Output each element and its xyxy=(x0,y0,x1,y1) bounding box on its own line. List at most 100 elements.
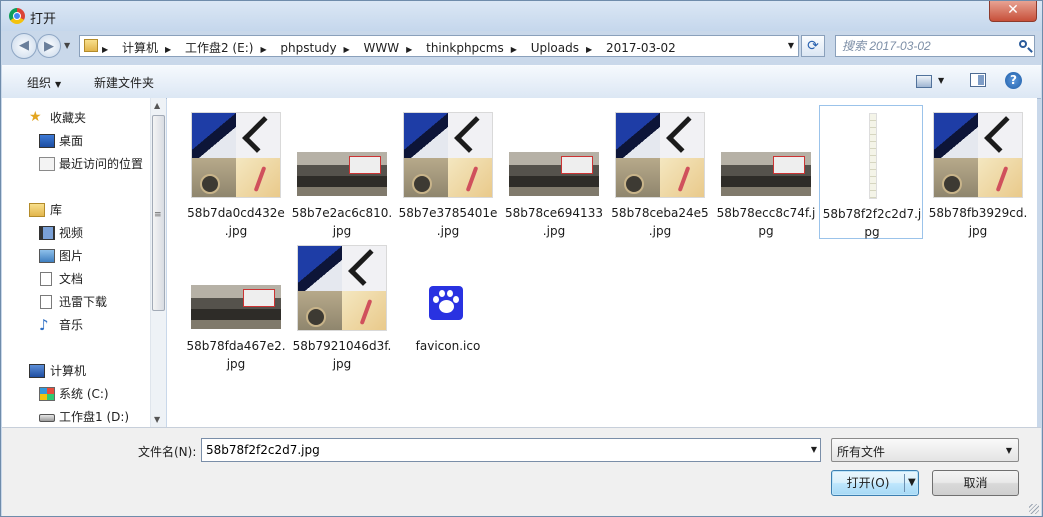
file-name-input[interactable] xyxy=(206,442,796,458)
new-folder-button[interactable]: 新建文件夹 xyxy=(94,74,154,91)
sidebar-item-label: 系统 (C:) xyxy=(59,387,109,401)
image-thumbnail xyxy=(297,112,387,198)
sidebar-item-label: 音乐 xyxy=(59,318,84,332)
search-box[interactable] xyxy=(835,35,1035,57)
file-item[interactable]: 58b7da0cd432e .jpg xyxy=(184,105,288,239)
image-thumbnail xyxy=(403,112,493,198)
chrome-icon xyxy=(9,8,25,24)
search-input[interactable] xyxy=(842,38,1007,53)
preview-pane-icon[interactable] xyxy=(970,73,986,87)
file-name: favicon.ico xyxy=(415,339,481,353)
image-thumbnail xyxy=(721,112,811,198)
chevron-down-icon: ▼ xyxy=(55,80,62,89)
open-options-chevron-icon[interactable]: ▼ xyxy=(908,471,916,495)
file-name: 58b7da0cd432e .jpg xyxy=(187,206,285,238)
file-item[interactable]: 58b78ecc8c74f.j pg xyxy=(714,105,818,239)
recent-places-icon xyxy=(39,157,55,171)
breadcrumb: ▶ 计算机 ▶ 工作盘2 (E:) ▶ phpstudy ▶ WWW ▶ thinkph… xyxy=(102,39,683,56)
image-thumbnail xyxy=(933,112,1023,198)
desktop-icon xyxy=(39,134,55,148)
sidebar-item-label: 迅雷下载 xyxy=(59,295,108,309)
document-icon xyxy=(40,272,52,286)
file-name: 58b78ce694133 .jpg xyxy=(505,206,603,238)
file-item-selected[interactable]: 58b78f2f2c2d7.j pg xyxy=(819,105,923,239)
back-button[interactable]: ◀ xyxy=(11,33,37,59)
video-icon xyxy=(39,226,55,240)
open-button-label: 打开(O) xyxy=(846,476,890,490)
folder-icon xyxy=(84,39,98,52)
image-thumbnail xyxy=(827,113,917,199)
navigation-pane-scrollbar[interactable]: ▲ ≡ ▼ xyxy=(150,98,166,427)
library-icon xyxy=(29,203,45,217)
forward-button[interactable]: ▶ xyxy=(37,34,61,58)
recent-pages-dropdown[interactable]: ▼ xyxy=(64,41,70,50)
scroll-down-icon[interactable]: ▼ xyxy=(154,415,160,424)
breadcrumb-chevron-icon[interactable]: ▶ xyxy=(344,45,350,54)
file-name: 58b78fb3929cd. jpg xyxy=(928,206,1028,238)
breadcrumb-date-folder[interactable]: 2017-03-02 xyxy=(606,41,676,55)
open-button[interactable]: 打开(O) ▼ xyxy=(831,470,919,496)
breadcrumb-drive-e[interactable]: 工作盘2 (E:) xyxy=(185,41,253,55)
file-type-select[interactable]: 所有文件 ▼ xyxy=(831,438,1019,462)
window-title: 打开 xyxy=(30,12,57,27)
address-bar[interactable]: ▶ 计算机 ▶ 工作盘2 (E:) ▶ phpstudy ▶ WWW ▶ thinkph… xyxy=(79,35,799,57)
sidebar-item-label: 最近访问的位置 xyxy=(59,157,144,171)
title-bar[interactable]: 打开 ✕ xyxy=(1,1,1042,31)
sidebar-item-label: 收藏夹 xyxy=(50,111,87,125)
close-button[interactable]: ✕ xyxy=(989,1,1037,22)
open-file-dialog: 打开 ✕ ◀ ▶ ▼ ▶ 计算机 ▶ 工作盘2 (E:) ▶ phpstudy ▶ W… xyxy=(0,0,1043,517)
breadcrumb-uploads[interactable]: Uploads xyxy=(531,41,579,55)
sidebar-item-label: 库 xyxy=(50,203,63,217)
organize-button[interactable]: 组织 ▼ xyxy=(27,74,61,91)
file-name: 58b78ceba24e5 .jpg xyxy=(611,206,709,238)
change-view-icon[interactable] xyxy=(916,75,932,88)
breadcrumb-chevron-icon[interactable]: ▶ xyxy=(586,45,592,54)
address-history-dropdown[interactable]: ▼ xyxy=(788,41,794,50)
file-item[interactable]: 58b7e2ac6c810. jpg xyxy=(290,105,394,239)
file-item[interactable]: 58b78ceba24e5 .jpg xyxy=(608,105,712,239)
file-item[interactable]: favicon.ico xyxy=(396,238,500,372)
breadcrumb-chevron-icon[interactable]: ▶ xyxy=(406,45,412,54)
breadcrumb-chevron-icon[interactable]: ▶ xyxy=(165,45,171,54)
file-name-field[interactable]: ▼ xyxy=(201,438,821,462)
paw-icon xyxy=(429,286,463,320)
cancel-button[interactable]: 取消 xyxy=(932,470,1019,496)
search-icon[interactable] xyxy=(1019,40,1027,48)
breadcrumb-chevron-icon[interactable]: ▶ xyxy=(511,45,517,54)
file-name: 58b7e3785401e .jpg xyxy=(398,206,498,238)
resize-grip[interactable] xyxy=(1029,504,1039,514)
scroll-up-icon[interactable]: ▲ xyxy=(154,101,160,110)
breadcrumb-chevron-icon[interactable]: ▶ xyxy=(102,45,108,54)
breadcrumb-computer[interactable]: 计算机 xyxy=(122,41,158,55)
organize-label: 组织 xyxy=(27,76,52,90)
split-divider xyxy=(904,474,905,492)
sidebar-item-label: 图片 xyxy=(59,249,84,263)
view-options-dropdown[interactable]: ▼ xyxy=(938,76,944,85)
file-item[interactable]: 58b78ce694133 .jpg xyxy=(502,105,606,239)
sidebar-item-label: 计算机 xyxy=(50,364,87,378)
scrollbar-grip-icon: ≡ xyxy=(154,210,162,220)
sidebar-item-label: 视频 xyxy=(59,226,84,240)
file-item[interactable]: 58b78fda467e2. jpg xyxy=(184,238,288,372)
refresh-icon: ⟳ xyxy=(807,38,819,54)
file-item[interactable]: 58b78fb3929cd. jpg xyxy=(926,105,1030,239)
breadcrumb-phpstudy[interactable]: phpstudy xyxy=(280,41,336,55)
chevron-down-icon[interactable]: ▼ xyxy=(811,445,817,454)
file-item[interactable]: 58b7921046d3f. jpg xyxy=(290,238,394,372)
help-icon[interactable]: ? xyxy=(1005,72,1022,89)
breadcrumb-chevron-icon[interactable]: ▶ xyxy=(260,45,266,54)
refresh-button[interactable]: ⟳ xyxy=(801,35,825,57)
sidebar-item-label: 文档 xyxy=(59,272,84,286)
download-icon xyxy=(40,295,52,309)
picture-icon xyxy=(39,249,55,263)
breadcrumb-thinkphpcms[interactable]: thinkphpcms xyxy=(426,41,504,55)
star-icon: ★ xyxy=(29,109,42,125)
system-drive-icon xyxy=(39,387,55,401)
image-thumbnail xyxy=(191,245,281,331)
file-name: 58b7e2ac6c810. jpg xyxy=(291,206,393,238)
sidebar-item-label: 桌面 xyxy=(59,134,84,148)
file-item[interactable]: 58b7e3785401e .jpg xyxy=(396,105,500,239)
drive-icon xyxy=(39,414,55,422)
sidebar-item-label: 工作盘1 (D:) xyxy=(59,410,130,424)
breadcrumb-www[interactable]: WWW xyxy=(364,41,400,55)
